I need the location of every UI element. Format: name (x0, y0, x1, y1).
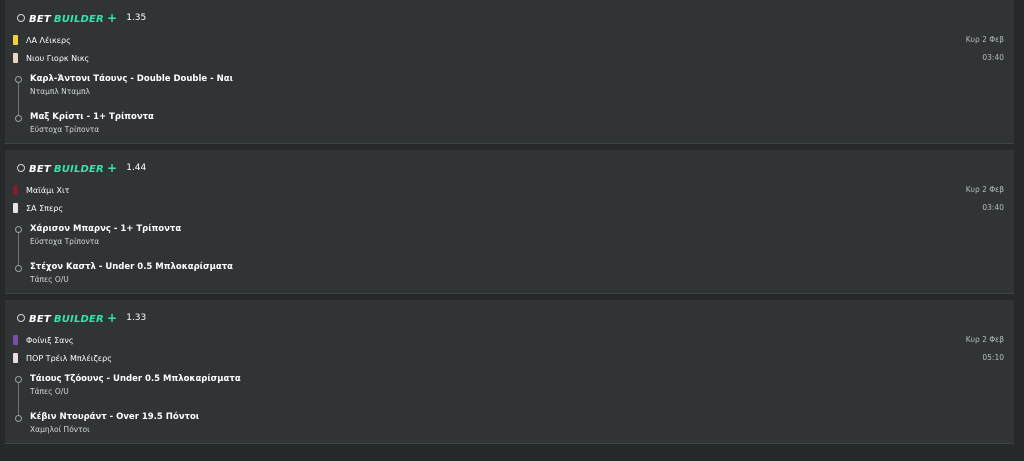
match-date: Κυρ 2 Φεβ (965, 35, 1004, 44)
jersey-icon (13, 353, 18, 363)
team-row-away: ΠΟΡ Τρέιλ Μπλέιζερς (13, 351, 112, 365)
selection-item: Χάρισον Μπαρνς - 1+ Τρίποντα Εύστοχα Τρί… (30, 223, 181, 247)
selection-dot-icon (15, 265, 22, 272)
selection-dot-icon (15, 226, 22, 233)
match-time: 03:40 (982, 203, 1004, 212)
team-name: ΛΑ Λέικερς (26, 35, 71, 45)
bet-builder-list: BET BUILDER + 1.35 ΛΑ Λέικερς Νιου Γιορκ Ν… (0, 0, 1024, 461)
plus-icon: + (106, 11, 118, 25)
team-name: Νιου Γιορκ Νικς (26, 53, 90, 63)
team-name: Φοίνιξ Σανς (26, 335, 74, 345)
team-row-away: Νιου Γιορκ Νικς (13, 51, 89, 65)
jersey-icon (13, 35, 18, 45)
selection-connector-line (18, 78, 19, 120)
bet-builder-logo: BET BUILDER + (29, 311, 118, 325)
selection-title: Κέβιν Ντουράντ - Over 19.5 Πόντοι (30, 412, 200, 422)
team-name: ΠΟΡ Τρέιλ Μπλέιζερς (26, 353, 112, 363)
card-header: BET BUILDER + 1.44 (17, 160, 146, 176)
selection-dot-icon (15, 376, 22, 383)
bet-builder-card[interactable]: BET BUILDER + 1.35 ΛΑ Λέικερς Νιου Γιορκ Ν… (5, 0, 1014, 144)
selection-connector-line (18, 228, 19, 270)
bet-builder-logo: BET BUILDER + (29, 161, 118, 175)
selection-market: Χαμηλοί Πόντοι (30, 425, 90, 434)
selection-market: Εύστοχα Τρίποντα (30, 237, 100, 246)
selection-dot-icon (15, 415, 22, 422)
match-date: Κυρ 2 Φεβ (965, 335, 1004, 344)
selection-title: Καρλ-Άντονι Τάουνς - Double Double - Ναι (30, 74, 233, 84)
plus-icon: + (106, 161, 118, 175)
selection-title: Μαξ Κρίστι - 1+ Τρίποντα (30, 112, 154, 122)
card-header: BET BUILDER + 1.33 (17, 310, 146, 326)
selection-item: Κέβιν Ντουράντ - Over 19.5 Πόντοι Χαμηλο… (30, 411, 199, 435)
bet-builder-card[interactable]: BET BUILDER + 1.33 Φοίνιξ Σανς ΠΟΡ Τρέιλ Μ… (5, 300, 1014, 444)
team-name: ΣΑ Σπερς (26, 203, 64, 213)
selection-connector-line (18, 378, 19, 420)
selection-title: Στέχον Καστλ - Under 0.5 Μπλοκαρίσματα (30, 262, 233, 272)
radio-icon[interactable] (17, 164, 25, 172)
selection-item: Καρλ-Άντονι Τάουνς - Double Double - Ναι… (30, 73, 233, 97)
selection-market: Εύστοχα Τρίποντα (30, 125, 100, 134)
jersey-icon (13, 335, 18, 345)
plus-icon: + (106, 311, 118, 325)
odds-value[interactable]: 1.33 (126, 313, 146, 323)
bet-builder-card[interactable]: BET BUILDER + 1.44 Μαϊάμι Χιτ ΣΑ Σπερς Κυρ… (5, 150, 1014, 294)
match-time: 03:40 (982, 53, 1004, 62)
team-row-home: Φοίνιξ Σανς (13, 333, 74, 347)
team-row-away: ΣΑ Σπερς (13, 201, 63, 215)
card-header: BET BUILDER + 1.35 (17, 10, 146, 26)
match-time: 05:10 (982, 353, 1004, 362)
team-row-home: ΛΑ Λέικερς (13, 33, 71, 47)
selection-title: Χάρισον Μπαρνς - 1+ Τρίποντα (30, 224, 182, 234)
team-name: Μαϊάμι Χιτ (26, 185, 70, 195)
selection-dot-icon (15, 76, 22, 83)
selection-title: Τάιους Τζόουνς - Under 0.5 Μπλοκαρίσματα (30, 374, 241, 384)
jersey-icon (13, 53, 18, 63)
team-row-home: Μαϊάμι Χιτ (13, 183, 70, 197)
radio-icon[interactable] (17, 14, 25, 22)
selection-item: Μαξ Κρίστι - 1+ Τρίποντα Εύστοχα Τρίποντ… (30, 111, 154, 135)
odds-value[interactable]: 1.35 (126, 13, 146, 23)
selection-market: Τάπες O/U (30, 275, 69, 284)
bet-builder-logo: BET BUILDER + (29, 11, 118, 25)
jersey-icon (13, 203, 18, 213)
selection-item: Στέχον Καστλ - Under 0.5 Μπλοκαρίσματα Τ… (30, 261, 233, 285)
radio-icon[interactable] (17, 314, 25, 322)
selection-market: Νταμπλ Νταμπλ (30, 87, 90, 96)
selection-item: Τάιους Τζόουνς - Under 0.5 Μπλοκαρίσματα… (30, 373, 241, 397)
selection-market: Τάπες O/U (30, 387, 69, 396)
odds-value[interactable]: 1.44 (126, 163, 146, 173)
jersey-icon (13, 185, 18, 195)
selection-dot-icon (15, 115, 22, 122)
match-date: Κυρ 2 Φεβ (965, 185, 1004, 194)
